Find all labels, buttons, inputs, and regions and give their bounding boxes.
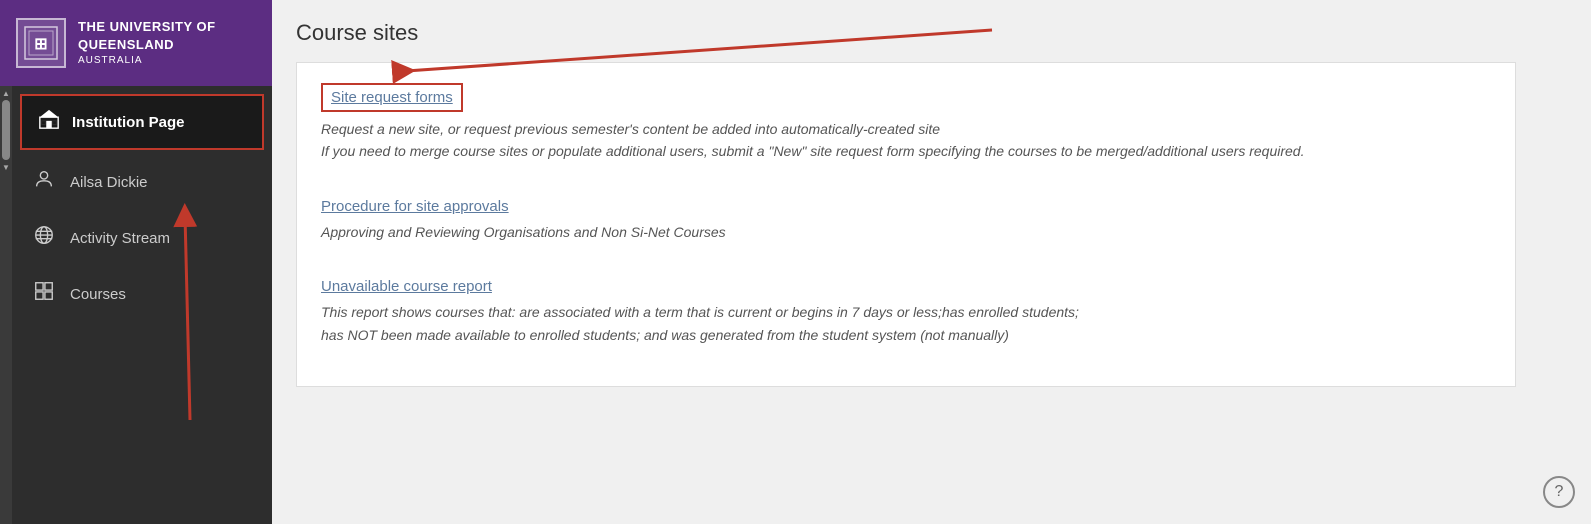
site-request-desc-2: If you need to merge course sites or pop… bbox=[321, 140, 1491, 162]
site-request-forms-link[interactable]: Site request forms bbox=[321, 83, 463, 112]
sidebar-item-activity-stream[interactable]: Activity Stream bbox=[12, 210, 272, 266]
procedure-site-approvals-link[interactable]: Procedure for site approvals bbox=[321, 198, 509, 215]
section-unavailable-report: Unavailable course report This report sh… bbox=[321, 278, 1491, 346]
page-title: Course sites bbox=[296, 20, 1567, 46]
procedure-desc-1: Approving and Reviewing Organisations an… bbox=[321, 221, 1491, 243]
help-icon-button[interactable]: ? bbox=[1543, 476, 1575, 508]
sidebar-scrollbar[interactable]: ▲ ▼ bbox=[0, 86, 12, 524]
sidebar-item-user[interactable]: Ailsa Dickie bbox=[12, 154, 272, 210]
university-logo: ⊞ The University Of Queensland Australia bbox=[0, 0, 272, 86]
courses-icon bbox=[32, 280, 56, 308]
institution-icon bbox=[38, 108, 60, 136]
unavailable-course-report-link[interactable]: Unavailable course report bbox=[321, 278, 492, 295]
university-name-text: The University Of Queensland Australia bbox=[78, 18, 256, 68]
site-request-desc-1: Request a new site, or request previous … bbox=[321, 118, 1491, 140]
section-procedure: Procedure for site approvals Approving a… bbox=[321, 198, 1491, 243]
sidebar-item-courses[interactable]: Courses bbox=[12, 266, 272, 322]
unavailable-desc-2: has NOT been made available to enrolled … bbox=[321, 324, 1491, 346]
university-crest: ⊞ bbox=[16, 18, 66, 68]
section-site-request: Site request forms Request a new site, o… bbox=[321, 83, 1491, 163]
scroll-down-arrow[interactable]: ▼ bbox=[1, 162, 11, 172]
main-content: Course sites Site request forms Request … bbox=[272, 0, 1591, 524]
scroll-up-arrow[interactable]: ▲ bbox=[1, 88, 11, 98]
divider-2 bbox=[321, 263, 1491, 264]
institution-page-label: Institution Page bbox=[72, 114, 185, 131]
user-icon bbox=[32, 168, 56, 196]
activity-stream-label: Activity Stream bbox=[70, 230, 170, 247]
courses-label: Courses bbox=[70, 286, 126, 303]
sidebar-nav: Institution Page Ailsa Dickie bbox=[12, 86, 272, 524]
divider-1 bbox=[321, 183, 1491, 184]
scroll-thumb[interactable] bbox=[2, 100, 10, 160]
sidebar-item-institution-page[interactable]: Institution Page bbox=[20, 94, 264, 150]
user-name-label: Ailsa Dickie bbox=[70, 174, 148, 191]
unavailable-desc-1: This report shows courses that: are asso… bbox=[321, 301, 1491, 323]
help-question-mark: ? bbox=[1555, 483, 1564, 501]
content-card: Site request forms Request a new site, o… bbox=[296, 62, 1516, 387]
globe-icon bbox=[32, 224, 56, 252]
svg-text:⊞: ⊞ bbox=[34, 36, 47, 53]
